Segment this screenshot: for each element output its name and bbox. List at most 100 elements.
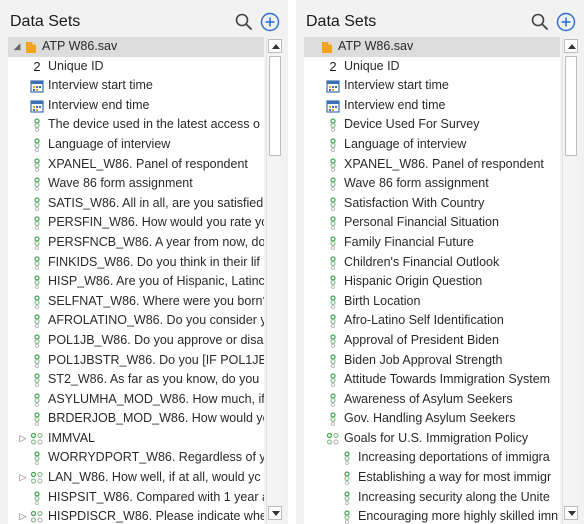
variable-row[interactable]: Awareness of Asylum Seekers: [304, 390, 560, 410]
variable-row[interactable]: POL1JBSTR_W86. Do you [IF POL1JB=1: [8, 351, 264, 371]
variable-row[interactable]: Interview end time: [8, 96, 264, 116]
variable-row[interactable]: POL1JB_W86. Do you approve or disa: [8, 331, 264, 351]
categorical-icon: [30, 353, 44, 369]
categorical-icon: [326, 274, 340, 290]
row-label: Attitude Towards Immigration System: [344, 372, 551, 387]
variable-row[interactable]: Attitude Towards Immigration System: [304, 370, 560, 390]
variable-tree: ◢ ATP W86.sav 2 Unique ID Interview start ti…: [8, 37, 264, 524]
categorical-icon: [30, 117, 44, 133]
multiple-response-icon: [30, 470, 44, 486]
variable-row[interactable]: AFROLATINO_W86. Do you consider y: [8, 311, 264, 331]
variable-row[interactable]: ▷ LAN_W86. How well, if at all, would yc: [8, 468, 264, 488]
variable-row[interactable]: Biden Job Approval Strength: [304, 351, 560, 371]
variable-row[interactable]: Language of interview: [304, 135, 560, 155]
row-label: WORRYDPORT_W86. Regardless of yo: [48, 450, 264, 465]
row-label: SATIS_W86. All in all, are you satisfied: [48, 195, 264, 210]
categorical-icon: [30, 392, 44, 408]
variable-row[interactable]: Encouraging more highly skilled imn: [304, 507, 560, 524]
categorical-icon: [30, 176, 44, 192]
variable-row[interactable]: Interview start time: [304, 76, 560, 96]
categorical-icon: [326, 176, 340, 192]
variable-row[interactable]: The device used in the latest access o: [8, 115, 264, 135]
variable-row[interactable]: SATIS_W86. All in all, are you satisfied: [8, 194, 264, 214]
vertical-scrollbar[interactable]: [562, 37, 578, 524]
scrollbar-thumb[interactable]: [269, 56, 281, 156]
categorical-icon: [30, 490, 44, 506]
variable-row[interactable]: 2 Unique ID: [304, 57, 560, 77]
dataset-row[interactable]: ATP W86.sav: [304, 37, 560, 57]
variable-row[interactable]: PERSFIN_W86. How would you rate yo: [8, 213, 264, 233]
variable-row[interactable]: ▷ IMMVAL: [8, 429, 264, 449]
panel-header: Data Sets: [0, 0, 288, 36]
variable-row[interactable]: Language of interview: [8, 135, 264, 155]
variable-row[interactable]: 2 Unique ID: [8, 57, 264, 77]
categorical-icon: [30, 450, 44, 466]
variable-row[interactable]: SELFNAT_W86. Where were you born?: [8, 292, 264, 312]
variable-row[interactable]: Birth Location: [304, 292, 560, 312]
add-dataset-icon[interactable]: [556, 12, 576, 32]
variable-row[interactable]: ASYLUMHA_MOD_W86. How much, if: [8, 390, 264, 410]
variable-row[interactable]: Approval of President Biden: [304, 331, 560, 351]
variable-row[interactable]: ST2_W86. As far as you know, do you: [8, 370, 264, 390]
row-label: LAN_W86. How well, if at all, would yc: [48, 470, 261, 485]
variable-row[interactable]: Satisfaction With Country: [304, 194, 560, 214]
variable-row[interactable]: PERSFNCB_W86. A year from now, do: [8, 233, 264, 253]
search-icon[interactable]: [530, 12, 550, 32]
row-label: HISP_W86. Are you of Hispanic, Latinc: [48, 274, 264, 289]
dataset-row[interactable]: ◢ ATP W86.sav: [8, 37, 264, 57]
variable-row[interactable]: WORRYDPORT_W86. Regardless of yo: [8, 448, 264, 468]
variable-row[interactable]: Wave 86 form assignment: [304, 174, 560, 194]
scroll-down-arrow-icon[interactable]: [564, 506, 578, 520]
row-label: Encouraging more highly skilled imn: [358, 509, 559, 524]
variable-row[interactable]: Wave 86 form assignment: [8, 174, 264, 194]
expand-arrow-icon[interactable]: ◢: [12, 37, 22, 57]
scroll-up-arrow-icon[interactable]: [268, 39, 282, 53]
dataset-file-icon: [24, 39, 38, 55]
collapse-arrow-icon[interactable]: ▷: [18, 507, 28, 524]
search-icon[interactable]: [234, 12, 254, 32]
categorical-icon: [340, 509, 354, 524]
variable-row[interactable]: XPANEL_W86. Panel of respondent: [8, 155, 264, 175]
variable-row[interactable]: Afro-Latino Self Identification: [304, 311, 560, 331]
variable-row[interactable]: HISP_W86. Are you of Hispanic, Latinc: [8, 272, 264, 292]
variable-row[interactable]: Establishing a way for most immigr: [304, 468, 560, 488]
categorical-icon: [30, 313, 44, 329]
variable-row[interactable]: Increasing security along the Unite: [304, 488, 560, 508]
scroll-up-arrow-icon[interactable]: [564, 39, 578, 53]
variable-row[interactable]: Family Financial Future: [304, 233, 560, 253]
collapse-arrow-icon[interactable]: ▷: [18, 468, 28, 488]
categorical-icon: [30, 196, 44, 212]
variable-row[interactable]: HISPSIT_W86. Compared with 1 year a: [8, 488, 264, 508]
categorical-icon: [326, 353, 340, 369]
variable-row[interactable]: Personal Financial Situation: [304, 213, 560, 233]
categorical-icon: [326, 372, 340, 388]
variable-row[interactable]: BRDERJOB_MOD_W86. How would yo: [8, 409, 264, 429]
row-label: Establishing a way for most immigr: [358, 470, 552, 485]
row-label: Approval of President Biden: [344, 332, 499, 347]
row-label: Wave 86 form assignment: [344, 176, 489, 191]
variable-row[interactable]: Interview end time: [304, 96, 560, 116]
variable-row[interactable]: FINKIDS_W86. Do you think in their lif: [8, 253, 264, 273]
categorical-icon: [326, 411, 340, 427]
multiple-response-icon: [30, 431, 44, 447]
variable-row[interactable]: Interview start time: [8, 76, 264, 96]
datasets-panel-left: Data Sets ◢ ATP W86.sav 2 Unique ID Intervie…: [0, 0, 288, 524]
categorical-icon: [30, 215, 44, 231]
variable-row[interactable]: Gov. Handling Asylum Seekers: [304, 409, 560, 429]
row-label: Interview end time: [344, 97, 446, 112]
scroll-down-arrow-icon[interactable]: [268, 506, 282, 520]
row-label: Interview end time: [48, 97, 150, 112]
calendar-icon: [30, 78, 44, 94]
variable-row[interactable]: Device Used For Survey: [304, 115, 560, 135]
variable-row[interactable]: ▷ HISPDISCR_W86. Please indicate whe: [8, 507, 264, 524]
variable-row[interactable]: Goals for U.S. Immigration Policy: [304, 429, 560, 449]
variable-row[interactable]: Children's Financial Outlook: [304, 253, 560, 273]
panel-title: Data Sets: [10, 13, 81, 30]
vertical-scrollbar[interactable]: [266, 37, 282, 524]
add-dataset-icon[interactable]: [260, 12, 280, 32]
variable-row[interactable]: Hispanic Origin Question: [304, 272, 560, 292]
scrollbar-thumb[interactable]: [565, 56, 577, 156]
variable-row[interactable]: XPANEL_W86. Panel of respondent: [304, 155, 560, 175]
collapse-arrow-icon[interactable]: ▷: [18, 429, 28, 449]
variable-row[interactable]: Increasing deportations of immigra: [304, 448, 560, 468]
